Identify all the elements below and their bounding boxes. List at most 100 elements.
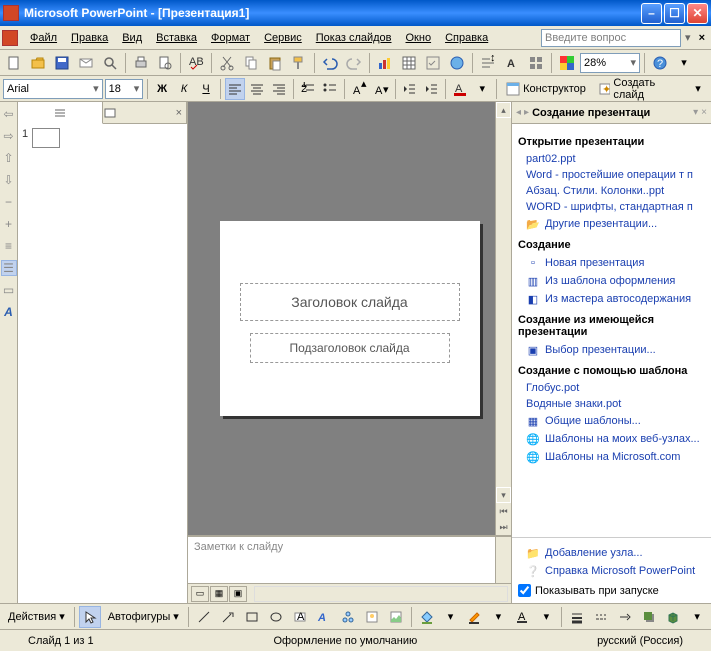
open-item-0[interactable]: part02.ppt	[518, 151, 705, 167]
open-item-3[interactable]: WORD - шрифты, стандартная п	[518, 199, 705, 215]
add-network-place[interactable]: 📁Добавление узла...	[518, 544, 705, 562]
rectangle-tool-button[interactable]	[241, 606, 263, 628]
font-color-dropdown-icon[interactable]: ▾	[472, 78, 492, 100]
notes-pane[interactable]: Заметки к слайду	[188, 535, 511, 583]
show-formatting-button[interactable]: A	[501, 52, 523, 74]
decrease-font-button[interactable]: A▾	[371, 78, 391, 100]
normal-view-button[interactable]: ▭	[191, 586, 209, 602]
move-down-icon[interactable]: ⇩	[1, 172, 17, 188]
show-at-startup[interactable]: Показывать при запуске	[518, 584, 705, 597]
copy-button[interactable]	[240, 52, 262, 74]
expand-icon[interactable]: +	[1, 216, 17, 232]
font-size-combo[interactable]: 18▾	[105, 79, 144, 99]
ask-dropdown-icon[interactable]: ▾	[683, 31, 693, 44]
draw-actions-menu[interactable]: Действия ▾	[3, 606, 70, 628]
vertical-scrollbar[interactable]: ▴ ▾ ⏮ ⏭	[495, 102, 511, 535]
grid-button[interactable]	[525, 52, 547, 74]
taskpane-close-icon[interactable]: ×	[701, 107, 707, 118]
zoom-combo[interactable]: 28%▾	[580, 53, 640, 73]
align-left-button[interactable]	[225, 78, 245, 100]
menu-view[interactable]: Вид	[116, 29, 148, 47]
collapse-all-icon[interactable]: ≡	[1, 238, 17, 254]
insert-hyperlink-button[interactable]	[446, 52, 468, 74]
open-item-2[interactable]: Абзац. Стили. Колонки..ppt	[518, 183, 705, 199]
show-formatting-icon[interactable]: A	[1, 304, 17, 320]
doc-close-button[interactable]: ×	[695, 32, 709, 44]
slide-sorter-view-button[interactable]: ▦	[210, 586, 228, 602]
textbox-tool-button[interactable]: A	[289, 606, 311, 628]
search-button[interactable]	[99, 52, 121, 74]
open-button[interactable]	[27, 52, 49, 74]
templates-mscom[interactable]: 🌐Шаблоны на Microsoft.com	[518, 448, 705, 466]
insert-clipart-button[interactable]	[361, 606, 383, 628]
line-color-dropdown-icon[interactable]: ▾	[487, 606, 509, 628]
line-color-button[interactable]	[463, 606, 485, 628]
create-autocontent[interactable]: ◧Из мастера автосодержания	[518, 290, 705, 308]
italic-button[interactable]: К	[174, 78, 194, 100]
3d-style-button[interactable]	[662, 606, 684, 628]
font-combo[interactable]: Arial▾	[3, 79, 103, 99]
print-button[interactable]	[130, 52, 152, 74]
save-button[interactable]	[51, 52, 73, 74]
arrow-tool-button[interactable]	[217, 606, 239, 628]
move-up-icon[interactable]: ⇧	[1, 150, 17, 166]
toolbar-options-icon[interactable]: ▾	[673, 52, 695, 74]
menu-slideshow[interactable]: Показ слайдов	[310, 29, 398, 47]
create-blank[interactable]: ▫Новая презентация	[518, 254, 705, 272]
menu-file[interactable]: Файл	[24, 29, 63, 47]
font-color-draw-button[interactable]: A	[511, 606, 533, 628]
scroll-down-icon[interactable]: ▾	[496, 487, 511, 503]
slideshow-view-button[interactable]: ▣	[229, 586, 247, 602]
shadow-style-button[interactable]	[638, 606, 660, 628]
menu-tools[interactable]: Сервис	[258, 29, 308, 47]
increase-font-button[interactable]: A▴	[349, 78, 369, 100]
autoshapes-menu[interactable]: Автофигуры ▾	[103, 606, 184, 628]
menu-insert[interactable]: Вставка	[150, 29, 203, 47]
summary-slide-icon[interactable]: ▭	[1, 282, 17, 298]
prev-slide-icon[interactable]: ⏮	[496, 503, 511, 519]
help-button[interactable]: ?	[649, 52, 671, 74]
insert-table-button[interactable]	[398, 52, 420, 74]
pp-help-link[interactable]: ❔Справка Microsoft PowerPoint	[518, 562, 705, 580]
align-center-button[interactable]	[247, 78, 267, 100]
open-item-1[interactable]: Word - простейшие операции т п	[518, 167, 705, 183]
menu-format[interactable]: Формат	[205, 29, 256, 47]
cut-button[interactable]	[216, 52, 238, 74]
decrease-indent-button[interactable]	[399, 78, 419, 100]
line-tool-button[interactable]	[193, 606, 215, 628]
outline-body[interactable]: 1	[18, 124, 187, 603]
insert-diagram-button[interactable]	[337, 606, 359, 628]
open-more[interactable]: 📂Другие презентации...	[518, 215, 705, 233]
subtitle-placeholder[interactable]: Подзаголовок слайда	[250, 333, 450, 363]
slide[interactable]: Заголовок слайда Подзаголовок слайда	[220, 221, 480, 416]
templates-websites[interactable]: 🌐Шаблоны на моих веб-узлах...	[518, 430, 705, 448]
slides-tab[interactable]: ×	[103, 102, 188, 123]
wordart-button[interactable]: A	[313, 606, 335, 628]
templates-general[interactable]: ▦Общие шаблоны...	[518, 412, 705, 430]
expand-all-button[interactable]: ↕	[477, 52, 499, 74]
insert-picture-button[interactable]	[385, 606, 407, 628]
menu-window[interactable]: Окно	[400, 29, 438, 47]
expand-all-icon[interactable]: ☰	[1, 260, 17, 276]
template-0[interactable]: Глобус.pot	[518, 380, 705, 396]
new-slide-button[interactable]: ✦Создать слайд	[593, 78, 686, 100]
close-pane-icon[interactable]: ×	[172, 107, 186, 119]
email-button[interactable]	[75, 52, 97, 74]
next-slide-icon[interactable]: ⏭	[496, 519, 511, 535]
underline-button[interactable]: Ч	[196, 78, 216, 100]
dash-style-button[interactable]	[590, 606, 612, 628]
undo-button[interactable]	[319, 52, 341, 74]
increase-indent-button[interactable]	[421, 78, 441, 100]
color-grayscale-button[interactable]	[556, 52, 578, 74]
fill-color-dropdown-icon[interactable]: ▾	[440, 606, 462, 628]
select-objects-button[interactable]	[79, 606, 101, 628]
maximize-button[interactable]: ☐	[664, 3, 685, 24]
format-toolbar-options-icon[interactable]: ▾	[688, 78, 708, 100]
oval-tool-button[interactable]	[265, 606, 287, 628]
notes-scrollbar[interactable]	[495, 537, 511, 583]
collapse-icon[interactable]: −	[1, 194, 17, 210]
numbering-button[interactable]: 12	[298, 78, 318, 100]
tables-borders-button[interactable]	[422, 52, 444, 74]
redo-button[interactable]	[343, 52, 365, 74]
taskpane-back-icon[interactable]: ◂	[516, 107, 521, 118]
